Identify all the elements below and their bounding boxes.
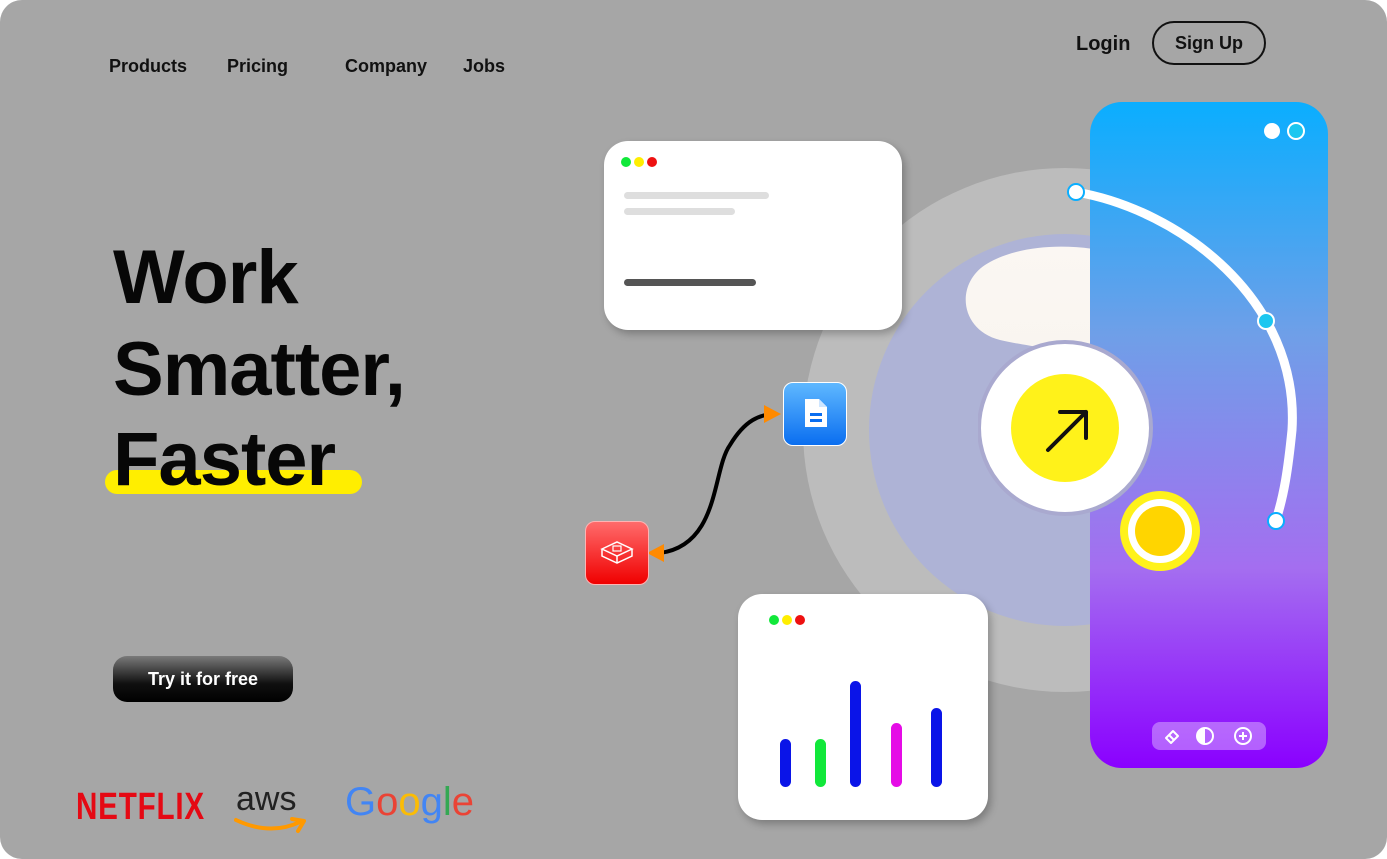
connector-line bbox=[647, 405, 781, 562]
chart-bar bbox=[850, 681, 861, 787]
chart-bar bbox=[780, 739, 791, 787]
chart-card bbox=[738, 594, 988, 820]
package-icon bbox=[600, 541, 634, 564]
package-node[interactable] bbox=[585, 521, 649, 585]
document-icon bbox=[805, 399, 827, 427]
window-dot-green bbox=[769, 615, 779, 625]
window-dot-yellow bbox=[782, 615, 792, 625]
chart-bar bbox=[815, 739, 826, 787]
page-frame: Products Pricing Company Jobs Login Sign… bbox=[0, 0, 1387, 859]
chart-bar bbox=[891, 723, 902, 787]
chart-bar bbox=[931, 707, 942, 787]
window-dot-red bbox=[795, 615, 805, 625]
document-node[interactable] bbox=[783, 382, 847, 446]
